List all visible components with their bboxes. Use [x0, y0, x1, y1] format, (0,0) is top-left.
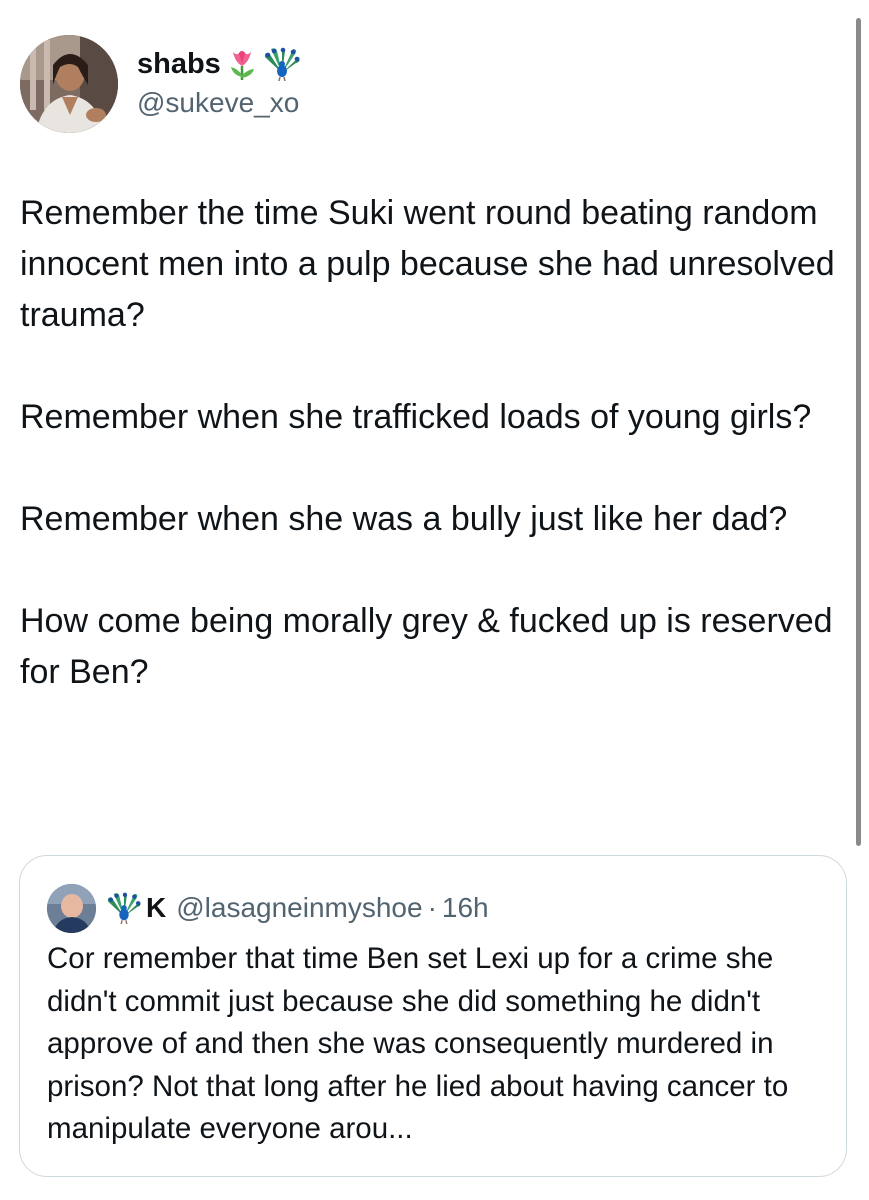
author-name[interactable]: shabs [137, 46, 221, 82]
quoted-tweet-timestamp[interactable]: 16h [442, 892, 489, 924]
author-avatar[interactable] [20, 35, 118, 133]
scrollbar-thumb[interactable] [856, 18, 861, 846]
author-handle[interactable]: @sukeve_xo [137, 86, 299, 120]
tweet-paragraph: Remember when she was a bully just like … [20, 500, 788, 538]
separator-dot: · [427, 892, 437, 923]
tweet-paragraph: How come being morally grey & fucked up … [20, 602, 833, 691]
tulip-icon [225, 47, 259, 81]
quoted-tweet-text: Cor remember that time Ben set Lexi up f… [47, 942, 789, 1145]
peacock-icon [106, 892, 142, 924]
tweet-paragraph: Remember the time Suki went round beatin… [20, 194, 835, 334]
tweet-paragraph: Remember when she trafficked loads of yo… [20, 398, 812, 436]
quoted-tweet-header: K @lasagneinmyshoe · 16h [47, 883, 489, 933]
quoted-author-handle[interactable]: @lasagneinmyshoe [176, 892, 422, 924]
quoted-tweet-card[interactable]: K @lasagneinmyshoe · 16h Cor remember th… [19, 855, 847, 1177]
quoted-author-name[interactable]: K [146, 892, 166, 924]
quoted-author-avatar[interactable] [47, 883, 96, 933]
peacock-icon [263, 47, 301, 81]
author-name-row[interactable]: shabs [137, 46, 301, 82]
tweet-text: Remember the time Suki went round beatin… [20, 188, 840, 749]
tweet-screen: shabs @sukeve_xo Remember the time Suki … [0, 0, 869, 1200]
